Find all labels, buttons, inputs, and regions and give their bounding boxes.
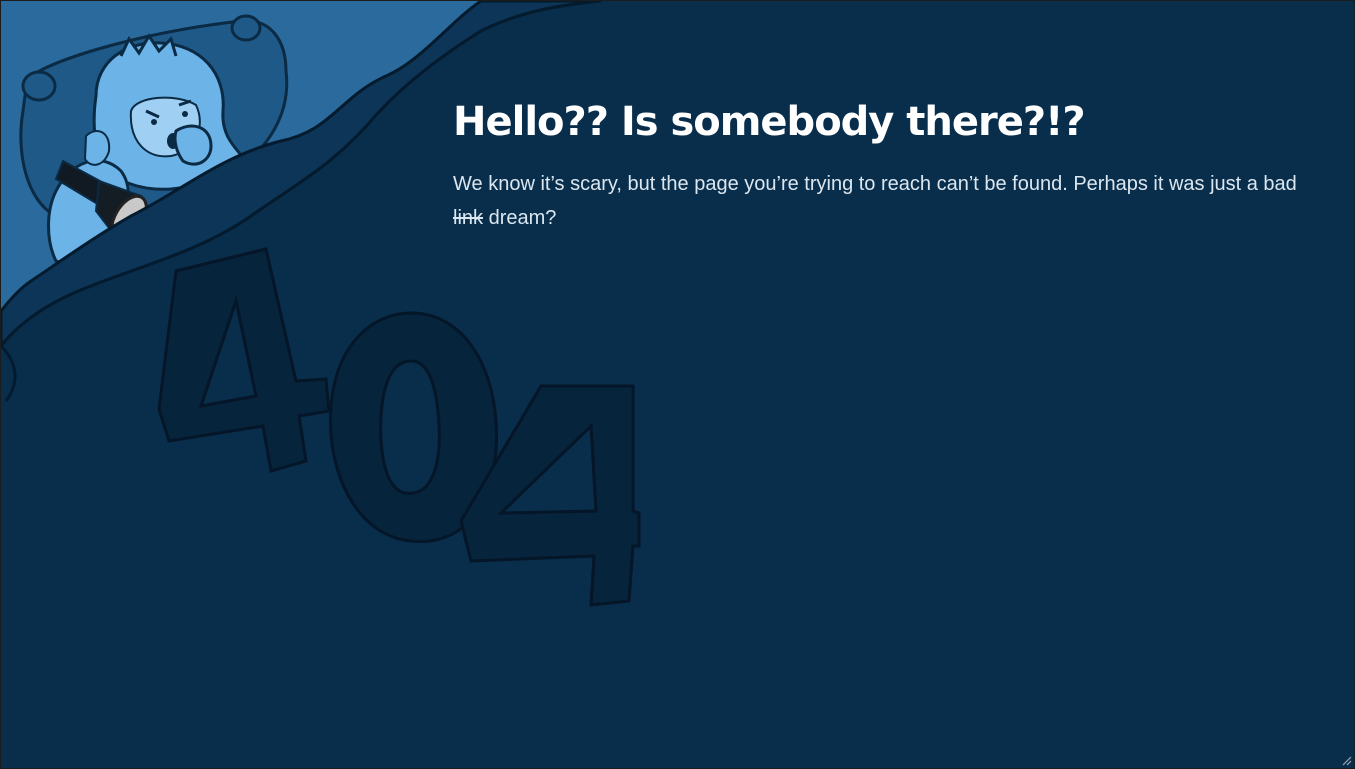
resize-grip-icon[interactable] bbox=[1340, 754, 1352, 766]
page-title: Hello?? Is somebody there?!? bbox=[453, 99, 1086, 145]
message-text-after: dream? bbox=[488, 207, 557, 229]
error-message-block: Hello?? Is somebody there?!? We know it’… bbox=[453, 93, 1313, 235]
error-page: Hello?? Is somebody there?!? We know it’… bbox=[0, 0, 1355, 769]
struck-word: link bbox=[453, 207, 484, 229]
message-text-before: We know it’s scary, but the page you’re … bbox=[453, 173, 1297, 195]
error-description: We know it’s scary, but the page you’re … bbox=[453, 167, 1313, 235]
